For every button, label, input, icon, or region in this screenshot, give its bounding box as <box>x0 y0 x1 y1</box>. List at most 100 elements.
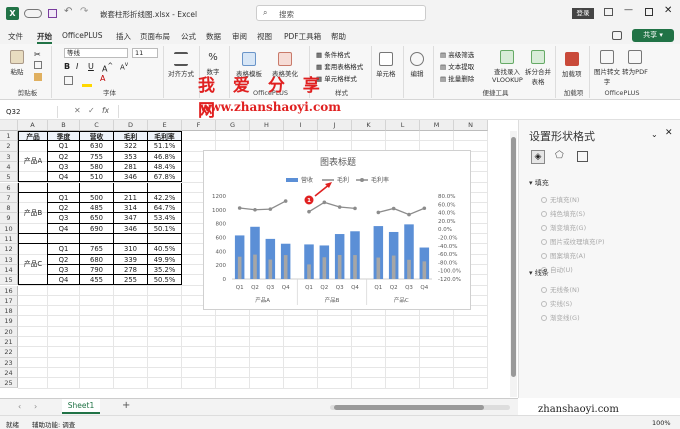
sheet-tab-sheet1[interactable]: Sheet1 <box>62 399 100 414</box>
addins-button[interactable]: 加载项 <box>562 52 582 78</box>
tab-pdf-toolbox[interactable]: PDF工具箱 <box>284 31 321 42</box>
column-header[interactable]: G <box>216 120 250 131</box>
table-cell[interactable]: 53.4% <box>148 213 182 224</box>
table-cell[interactable]: 346 <box>114 223 148 234</box>
format-painter-icon[interactable] <box>34 73 42 81</box>
advanced-filter-button[interactable]: ▤ 高级筛选 <box>440 49 474 59</box>
table-cell[interactable]: 255 <box>114 275 148 286</box>
row-header[interactable]: 12 <box>0 244 18 255</box>
column-header[interactable]: I <box>284 120 318 131</box>
save-icon[interactable] <box>48 9 57 18</box>
prev-sheet-icon[interactable]: ‹ <box>18 402 21 411</box>
table-cell[interactable]: 353 <box>114 151 148 162</box>
horizontal-scroll-thumb[interactable] <box>334 405 484 410</box>
column-header[interactable]: F <box>182 120 216 131</box>
row-header[interactable]: 5 <box>0 172 18 183</box>
table-cell[interactable]: Q3 <box>48 161 80 173</box>
row-header[interactable]: 1 <box>0 131 18 142</box>
fill-section[interactable]: ▾ 填充 <box>529 178 549 188</box>
table-cell[interactable]: Q1 <box>48 244 80 255</box>
text-extract-button[interactable]: ▤ 文本提取 <box>440 61 474 71</box>
tab-data[interactable]: 数据 <box>206 31 221 42</box>
table-cell-blank[interactable] <box>148 234 182 245</box>
tab-page-layout[interactable]: 页面布局 <box>140 31 170 42</box>
select-all-corner[interactable] <box>0 120 18 131</box>
cut-icon[interactable]: ✂ <box>34 50 41 59</box>
login-button[interactable]: 登录 <box>572 8 594 19</box>
vlookup-button[interactable]: 查找录入VLOOKUP <box>492 50 523 84</box>
column-header[interactable]: D <box>114 120 148 131</box>
autosave-toggle[interactable] <box>24 9 42 18</box>
row-header[interactable]: 22 <box>0 347 18 358</box>
font-name-select[interactable]: 等线 <box>64 48 128 58</box>
row-header[interactable]: 8 <box>0 203 18 214</box>
table-cell[interactable]: Q3 <box>48 264 80 276</box>
row-header[interactable]: 13 <box>0 254 18 265</box>
table-format-button[interactable]: ▦ 套用表格格式 <box>316 61 363 71</box>
table-cell-blank[interactable] <box>48 234 80 245</box>
search-box[interactable]: ⌕ 搜索 <box>256 5 426 21</box>
table-cell[interactable]: 营收 <box>80 131 114 142</box>
column-header[interactable]: K <box>352 120 386 131</box>
table-cell[interactable]: 314 <box>114 203 148 214</box>
row-header[interactable]: 11 <box>0 234 18 245</box>
table-cell-blank[interactable] <box>114 182 148 193</box>
redo-icon[interactable]: ↷ <box>80 6 88 17</box>
table-cell[interactable]: 48.4% <box>148 161 182 173</box>
vertical-scroll-thumb[interactable] <box>511 137 516 377</box>
horizontal-scrollbar[interactable] <box>330 405 510 410</box>
table-cell[interactable]: Q4 <box>48 172 80 183</box>
row-header[interactable]: 16 <box>0 285 18 296</box>
tab-formulas[interactable]: 公式 <box>181 31 196 42</box>
row-header[interactable]: 17 <box>0 295 18 307</box>
column-header[interactable]: A <box>18 120 48 131</box>
vertical-scrollbar[interactable] <box>510 131 517 397</box>
table-cell[interactable]: 790 <box>80 264 114 276</box>
row-header[interactable]: 4 <box>0 161 18 173</box>
paste-button[interactable]: 粘贴 <box>10 50 24 76</box>
accessibility-status[interactable]: 辅助功能: 调查 <box>32 419 75 429</box>
border-icon[interactable] <box>64 76 73 85</box>
table-cell[interactable]: Q3 <box>48 213 80 224</box>
table-cell[interactable]: 322 <box>114 141 148 152</box>
alignment-button[interactable]: 对齐方式 <box>168 52 194 78</box>
column-header[interactable]: B <box>48 120 80 131</box>
column-header[interactable]: E <box>148 120 182 131</box>
enter-icon[interactable]: ✓ <box>88 106 95 115</box>
row-header[interactable]: 10 <box>0 223 18 234</box>
table-cell[interactable]: 755 <box>80 151 114 162</box>
minimize-icon[interactable]: — <box>624 5 633 15</box>
bold-button[interactable]: B <box>64 62 70 71</box>
table-cell[interactable]: 产品B <box>18 192 48 234</box>
close-icon[interactable]: ✕ <box>664 5 672 16</box>
table-cell[interactable]: 毛利 <box>114 131 148 142</box>
font-shrink-button[interactable]: Av <box>120 62 128 71</box>
add-sheet-button[interactable]: + <box>122 400 130 411</box>
tab-review[interactable]: 审阅 <box>232 31 247 42</box>
font-color-icon[interactable]: A <box>100 74 105 83</box>
tab-file[interactable]: 文件 <box>8 31 23 42</box>
row-header[interactable]: 25 <box>0 378 18 389</box>
conditional-format-button[interactable]: ▦ 条件格式 <box>316 49 350 59</box>
table-cell[interactable]: 650 <box>80 213 114 224</box>
table-cell[interactable]: 278 <box>114 264 148 276</box>
row-header[interactable]: 21 <box>0 337 18 348</box>
size-tab-icon[interactable] <box>577 151 588 162</box>
table-cell[interactable]: Q1 <box>48 141 80 152</box>
maximize-icon[interactable] <box>645 8 653 16</box>
column-header[interactable]: N <box>454 120 488 131</box>
table-cell[interactable]: Q4 <box>48 223 80 234</box>
tab-view[interactable]: 视图 <box>257 31 272 42</box>
table-cell[interactable]: Q2 <box>48 254 80 265</box>
row-header[interactable]: 9 <box>0 213 18 224</box>
tab-insert[interactable]: 插入 <box>116 31 131 42</box>
table-cell[interactable]: 毛利率 <box>148 131 182 142</box>
share-button[interactable]: 共享 ▾ <box>632 29 674 42</box>
table-cell[interactable]: 281 <box>114 161 148 173</box>
tab-help[interactable]: 帮助 <box>331 31 346 42</box>
cells-button[interactable]: 单元格 <box>376 52 396 78</box>
cancel-icon[interactable]: ✕ <box>74 106 81 115</box>
italic-button[interactable]: I <box>76 62 78 71</box>
fill-option-none[interactable]: 无填充(N) <box>541 194 579 204</box>
editing-button[interactable]: 编辑 <box>410 52 424 78</box>
